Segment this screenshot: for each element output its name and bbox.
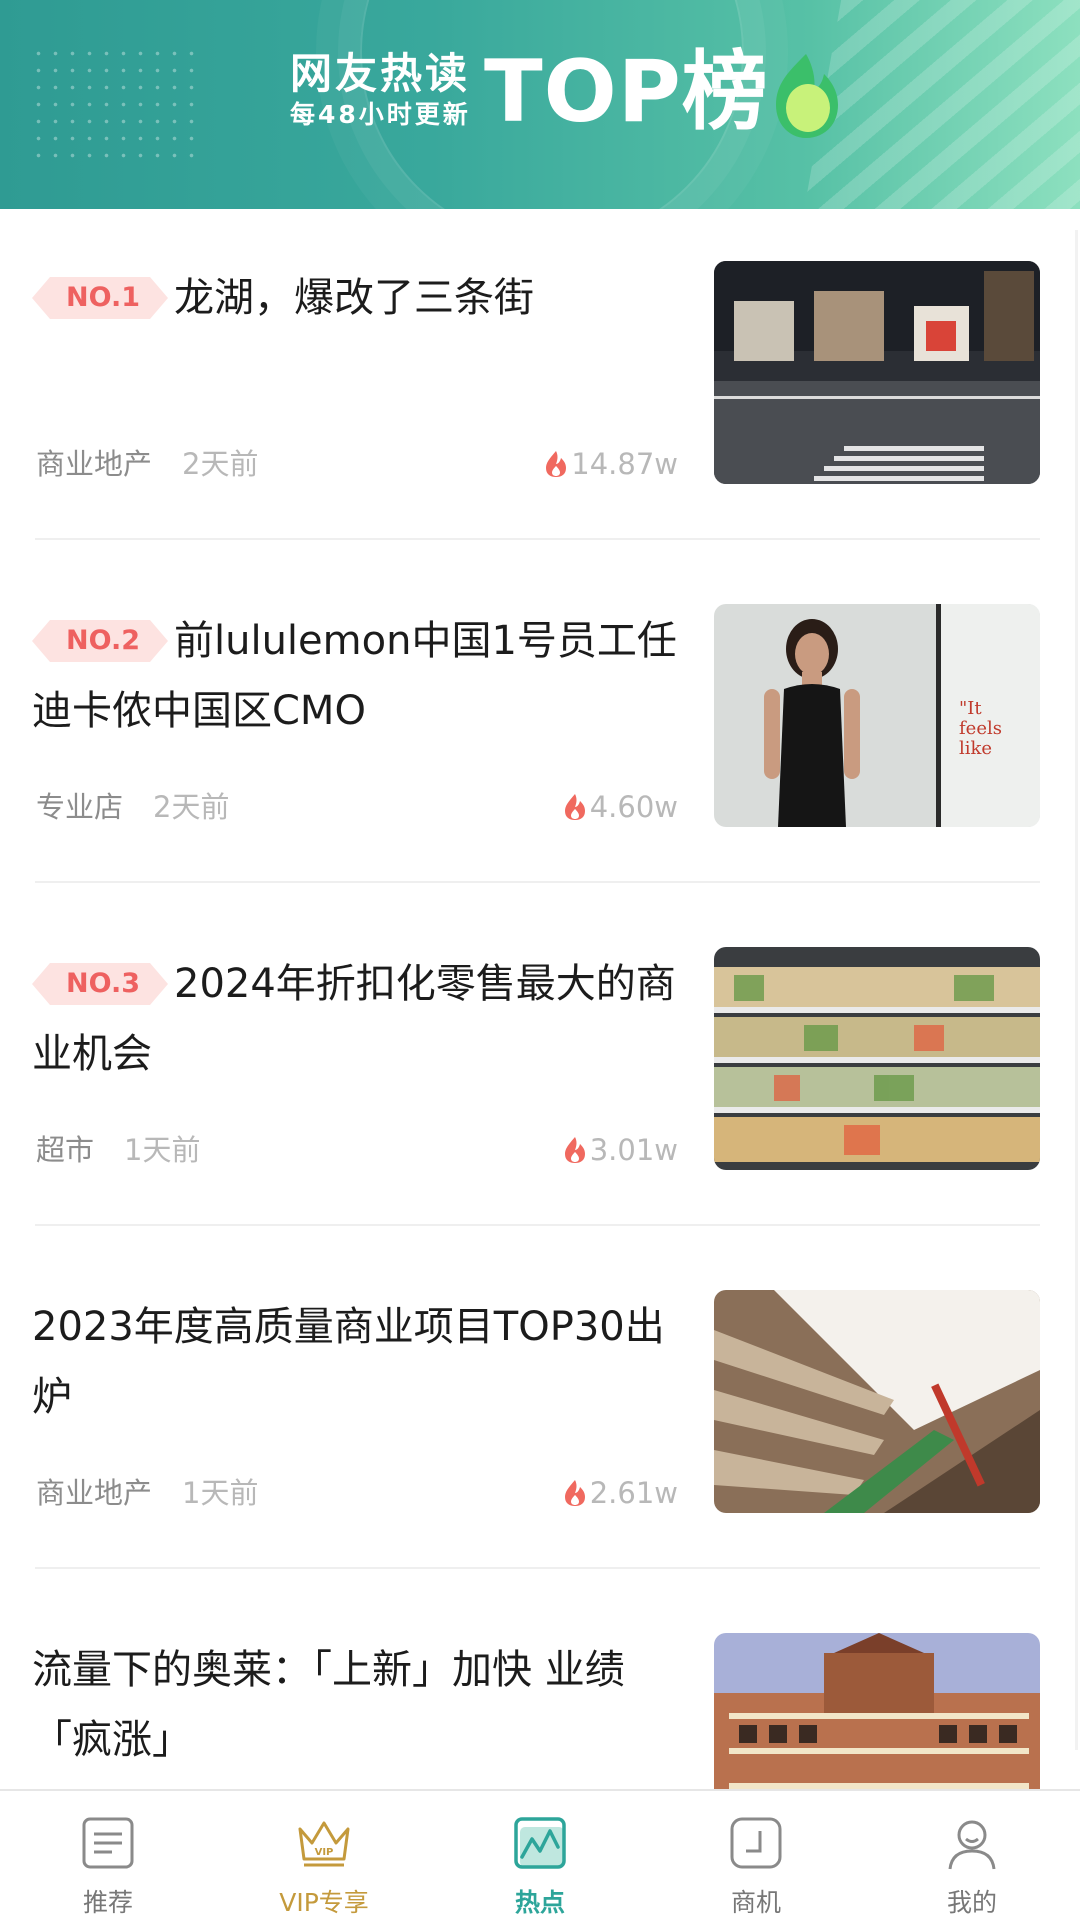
banner-line1: 网友热读: [290, 49, 471, 98]
divider: [35, 881, 1040, 883]
article-item[interactable]: NO.1 龙湖，爆改了三条街 商业地产 2天前 14.87w: [0, 209, 1080, 552]
rank-badge: NO.3: [32, 963, 168, 1005]
article-title: 龙湖，爆改了三条街: [174, 275, 534, 321]
flame-icon: [546, 451, 567, 477]
top-list-banner: 网友热读 每48小时更新 TOP榜: [0, 0, 1080, 209]
tab-label: VIP专享: [279, 1888, 369, 1917]
mall-atrium-photo[interactable]: [714, 1290, 1040, 1513]
article-item[interactable]: 流量下的奥莱：「上新」加快 业绩「疯涨」: [0, 1581, 1080, 1789]
article-title: 流量下的奥莱：「上新」加快 业绩「疯涨」: [32, 1647, 625, 1763]
article-title: 2023年度高质量商业项目TOP30出炉: [32, 1304, 665, 1420]
article-category: 商业地产: [36, 1476, 153, 1510]
supermarket-shelves-photo[interactable]: [714, 947, 1040, 1170]
rank-badge: NO.1: [32, 277, 168, 319]
article-category: 商业地产: [36, 447, 153, 481]
svg-text:like: like: [959, 738, 992, 759]
trend-chart-icon: [514, 1817, 566, 1869]
svg-text:VIP: VIP: [315, 1847, 334, 1858]
article-item[interactable]: 2023年度高质量商业项目TOP30出炉 商业地产 1天前 2.61w: [0, 1238, 1080, 1581]
article-time: 1天前: [182, 1476, 259, 1510]
article-time: 1天前: [124, 1133, 201, 1167]
scrollbar-track: [1075, 230, 1078, 1750]
divider: [35, 538, 1040, 540]
article-title-row: NO.1 龙湖，爆改了三条街: [32, 263, 682, 333]
hot-article-list: NO.1 龙湖，爆改了三条街 商业地产 2天前 14.87w NO.2 前lul…: [0, 209, 1080, 1789]
heat-value: 3.01w: [589, 1133, 678, 1167]
tab-label: 推荐: [82, 1888, 133, 1917]
square-icon: [730, 1817, 782, 1869]
article-title-row: 2023年度高质量商业项目TOP30出炉: [32, 1292, 682, 1432]
tab-label: 商机: [730, 1888, 781, 1917]
article-category: 超市: [36, 1133, 95, 1167]
flame-icon: [564, 1480, 585, 1506]
user-icon: [948, 1820, 996, 1870]
flame-badge-icon: [776, 54, 838, 138]
article-icon: [82, 1817, 134, 1869]
article-time: 2天前: [182, 447, 259, 481]
tab-label: 我的: [946, 1888, 997, 1917]
article-meta: 商业地产 2天前: [36, 444, 258, 484]
article-meta: 专业店 2天前: [36, 787, 229, 827]
banner-subtitle-block: 网友热读 每48小时更新: [290, 50, 471, 132]
flame-icon: [564, 794, 585, 820]
tab-label: 热点: [514, 1888, 565, 1917]
tab-mine[interactable]: 我的: [864, 1791, 1080, 1922]
divider: [35, 1567, 1040, 1569]
article-item[interactable]: NO.2 前lululemon中国1号员工任迪卡侬中国区CMO 专业店 2天前 4.…: [0, 552, 1080, 895]
tab-hot[interactable]: 热点: [432, 1791, 648, 1922]
tab-recommend[interactable]: 推荐: [0, 1791, 216, 1922]
article-item[interactable]: NO.3 2024年折扣化零售最大的商业机会 超市 1天前 3.01w: [0, 895, 1080, 1238]
svg-text:feels: feels: [959, 718, 1002, 739]
article-title-row: NO.3 2024年折扣化零售最大的商业机会: [32, 949, 682, 1089]
article-heat: 14.87w: [543, 444, 678, 484]
article-heat: 3.01w: [562, 1130, 678, 1170]
divider: [35, 1224, 1040, 1226]
woman-portrait-photo[interactable]: "It feels like: [714, 604, 1040, 827]
flame-icon: [564, 1137, 585, 1163]
tab-vip[interactable]: VIP VIP专享: [216, 1791, 432, 1922]
heat-value: 2.61w: [589, 1476, 678, 1510]
article-category: 专业店: [36, 790, 124, 824]
article-meta: 超市 1天前: [36, 1130, 200, 1170]
tab-business[interactable]: 商机: [648, 1791, 864, 1922]
rank-badge: NO.2: [32, 620, 168, 662]
svg-text:"It: "It: [959, 698, 982, 719]
article-heat: 4.60w: [562, 787, 678, 827]
bottom-tab-bar: 推荐 VIP VIP专享 热点 商机 我的: [0, 1789, 1080, 1922]
outlet-building-photo[interactable]: [714, 1633, 1040, 1789]
article-heat: 2.61w: [562, 1473, 678, 1513]
street-food-court-photo[interactable]: [714, 261, 1040, 484]
article-time: 2天前: [153, 790, 230, 824]
heat-value: 14.87w: [571, 447, 678, 481]
heat-value: 4.60w: [589, 790, 678, 824]
banner-title: TOP榜: [484, 42, 769, 142]
article-title-row: 流量下的奥莱：「上新」加快 业绩「疯涨」: [32, 1635, 682, 1775]
article-title-row: NO.2 前lululemon中国1号员工任迪卡侬中国区CMO: [32, 606, 682, 746]
crown-icon: VIP: [298, 1821, 350, 1867]
banner-decoration-dots: [30, 45, 200, 170]
banner-line2: 每48小时更新: [290, 100, 471, 129]
article-meta: 商业地产 1天前: [36, 1473, 258, 1513]
